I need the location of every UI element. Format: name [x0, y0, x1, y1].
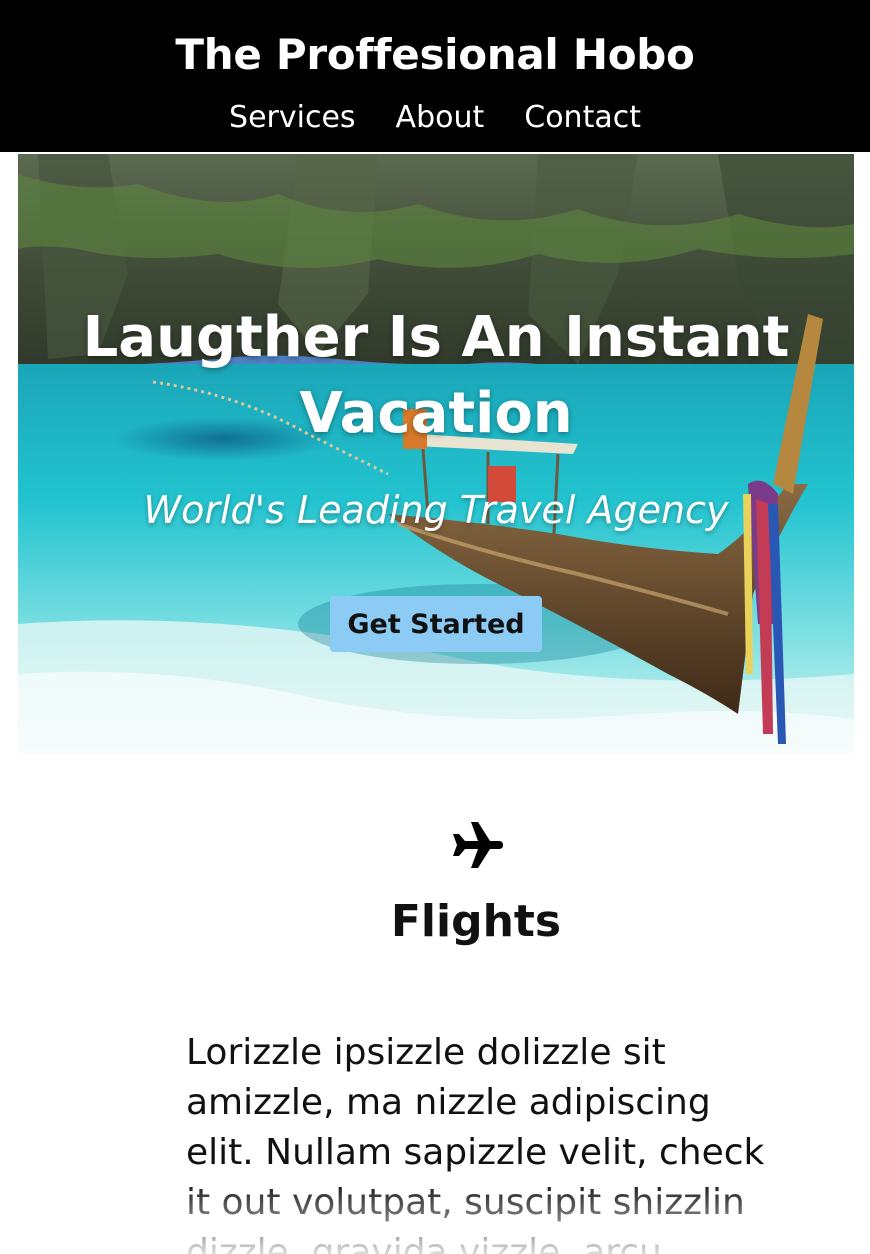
nav-services-link[interactable]: Services: [229, 100, 356, 135]
bottom-fade-overlay: [0, 1180, 870, 1254]
site-header: The Proffesional Hobo Services About Con…: [0, 0, 870, 152]
nav-about-link[interactable]: About: [396, 100, 485, 135]
hero-headline: Laugther Is An Instant Vacation: [82, 305, 790, 446]
get-started-button[interactable]: Get Started: [330, 596, 542, 652]
hero-subheadline: World's Leading Travel Agency: [143, 488, 729, 532]
site-title[interactable]: The Proffesional Hobo: [0, 30, 870, 79]
airplane-icon: [453, 822, 503, 868]
nav-contact-link[interactable]: Contact: [524, 100, 641, 135]
service-title: Flights: [390, 896, 562, 947]
hero-beach-image: [18, 154, 854, 753]
hero-banner: Laugther Is An Instant Vacation World's …: [18, 154, 854, 753]
main-nav: Services About Contact: [0, 100, 870, 135]
